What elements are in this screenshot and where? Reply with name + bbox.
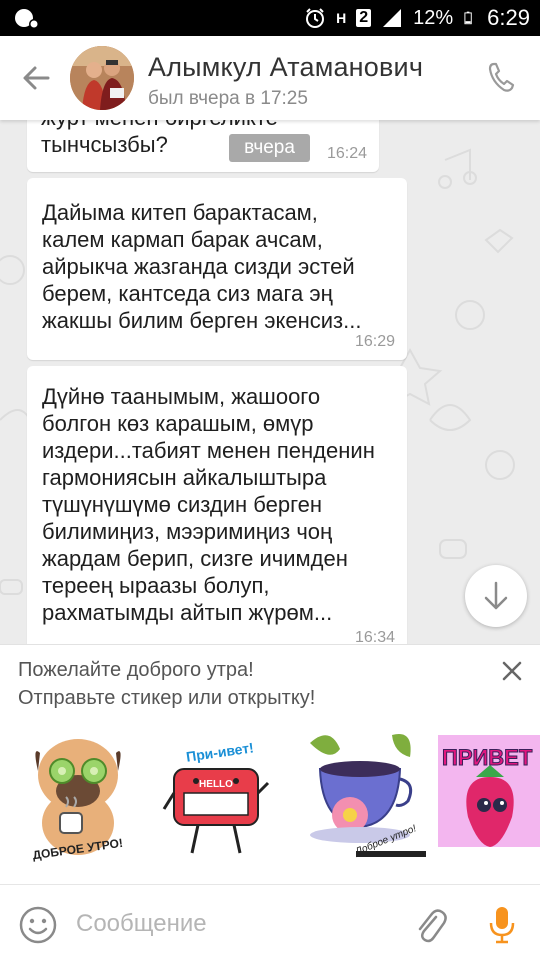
message-input-bar [0, 884, 540, 960]
alarm-icon [306, 8, 325, 28]
strawberry-sticker[interactable]: ПРИВЕТ [438, 723, 540, 863]
message-line: түшүнүшүмө сиздин берген [42, 492, 323, 517]
close-icon[interactable] [498, 657, 526, 685]
message-line: Дайыма китеп барактасам, [42, 200, 318, 225]
badge-label: HELLO [199, 779, 233, 790]
sticker-caption: ПРИВЕТ [442, 745, 533, 770]
pug-sticker[interactable]: ДОБРОЕ УТРО! [18, 723, 138, 863]
tea-cup-sticker[interactable]: Доброе утро! [300, 723, 428, 863]
sticker-suggestion-panel: Пожелайте доброго утра! Отправьте стикер… [0, 644, 540, 884]
message-time: 16:24 [326, 145, 367, 162]
battery-icon [464, 11, 472, 25]
message-line: Дүйнө таанымым, жашоого [42, 384, 321, 409]
sticker-caption: При-ивет! [185, 739, 255, 764]
message-line: билимиңиз, мээримиңиз чоң [42, 519, 333, 544]
message-bubble[interactable]: Дүйнө таанымым, жашоого болгон көз караш… [27, 366, 407, 644]
promo-title: Пожелайте доброго утра! [18, 659, 254, 681]
status-bar: H 2 12% 6:29 [0, 0, 540, 36]
message-line: жардам берип, сизге ичимден [42, 546, 348, 571]
clock: 6:29 [487, 5, 530, 30]
last-seen-status: был вчера в 17:25 [148, 88, 308, 109]
message-line: рахматымды айтып жүрөм... [42, 600, 333, 625]
promo-subtitle: Отправьте стикер или открытку! [18, 687, 316, 709]
message-bubble[interactable]: Дайыма китеп барактасам, калем кармап ба… [27, 178, 407, 360]
message-time: 16:29 [354, 333, 395, 350]
arrow-down-icon [484, 581, 508, 610]
microphone-icon[interactable] [486, 905, 518, 945]
notification-icon [15, 9, 39, 29]
message-line: берем, кантседа сиз мага эң [42, 281, 333, 306]
message-line: гармониясын айкалыштыра [42, 465, 327, 490]
back-arrow-icon[interactable] [18, 60, 54, 96]
network-h-icon: H [336, 10, 347, 26]
avatar[interactable] [70, 46, 134, 110]
message-time: 16:34 [354, 629, 395, 644]
message-input[interactable] [76, 905, 396, 943]
message-line: тереең ыраазы болуп, [42, 573, 270, 598]
emoji-icon[interactable] [18, 905, 58, 945]
contact-name[interactable]: Алымкул Атаманович [148, 52, 423, 83]
chat-header: Алымкул Атаманович был вчера в 17:25 [0, 36, 540, 120]
message-bubble[interactable]: журт менен биргеликте тынчсызбы? 16:24 [27, 120, 379, 172]
day-separator: вчера [229, 134, 310, 162]
hello-badge-sticker[interactable]: При-ивет! HELLO [162, 723, 282, 863]
message-line: калем кармап барак ачсам, [42, 227, 323, 252]
signal-icon [383, 9, 402, 27]
chat-area[interactable]: журт менен биргеликте тынчсызбы? 16:24 в… [0, 120, 540, 644]
message-line: жакшы билим берген экенсиз... [42, 308, 362, 333]
phone-icon[interactable] [484, 60, 520, 96]
message-line: издери...табият менен пенденин [42, 438, 375, 463]
message-line: журт менен биргеликте [41, 120, 278, 131]
message-line: айрыкча жазганда сизди эстей [42, 254, 355, 279]
message-line: болгон көз карашым, өмүр [42, 411, 314, 436]
sim-2-icon: 2 [356, 9, 372, 27]
scroll-down-button[interactable] [465, 565, 527, 627]
avatar-photo [70, 46, 134, 110]
battery-percent: 12% [413, 6, 454, 29]
paperclip-icon[interactable] [412, 905, 448, 945]
